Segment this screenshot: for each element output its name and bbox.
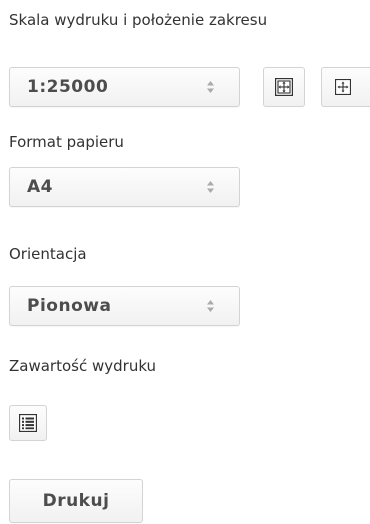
updown-arrows-icon: [207, 300, 214, 312]
orientation-select-value: Pionowa: [27, 296, 112, 316]
move-extent-button[interactable]: [321, 67, 370, 107]
list-icon: [19, 414, 37, 432]
paper-format-label: Format papieru: [9, 133, 124, 151]
paper-format-select[interactable]: A4: [9, 167, 240, 207]
print-button-label: Drukuj: [42, 491, 110, 511]
fit-extent-icon: [275, 78, 293, 96]
scale-select[interactable]: 1:25000: [9, 67, 240, 107]
updown-arrows-icon: [207, 181, 214, 193]
print-button[interactable]: Drukuj: [9, 479, 143, 523]
updown-arrows-icon: [207, 81, 214, 93]
scale-select-value: 1:25000: [27, 77, 109, 97]
orientation-select[interactable]: Pionowa: [9, 286, 240, 326]
fit-extent-button[interactable]: [263, 67, 305, 107]
paper-format-select-value: A4: [27, 177, 53, 197]
print-content-button[interactable]: [9, 405, 47, 441]
orientation-label: Orientacja: [9, 245, 87, 263]
print-panel: Skala wydruku i położenie zakresu 1:2500…: [0, 0, 370, 524]
scale-label: Skala wydruku i położenie zakresu: [9, 11, 268, 29]
print-content-label: Zawartość wydruku: [9, 357, 157, 375]
move-extent-icon: [335, 79, 351, 95]
